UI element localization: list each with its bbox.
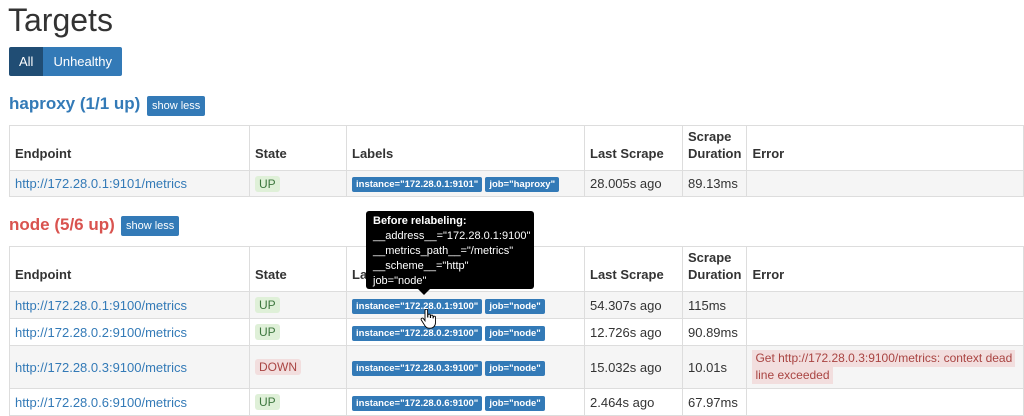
status-badge: UP — [255, 297, 280, 313]
error-message-continued: line exceeded — [752, 367, 833, 384]
endpoint-link[interactable]: http://172.28.0.6:9100/metrics — [15, 395, 187, 410]
filter-unhealthy-button[interactable]: Unhealthy — [43, 47, 122, 76]
instance-label-badge[interactable]: instance="172.28.0.6:9100" — [352, 395, 483, 411]
tooltip-arrow — [418, 289, 430, 295]
tooltip-line: __scheme__="http" — [373, 260, 469, 272]
scrape-duration-cell: 90.89ms — [681, 318, 748, 346]
scrape-duration-cell: 67.97ms — [681, 388, 748, 416]
column-header-state: State — [249, 125, 347, 171]
error-cell — [746, 388, 1024, 416]
endpoint-link[interactable]: http://172.28.0.3:9100/metrics — [15, 360, 187, 375]
instance-label-badge[interactable]: instance="172.28.0.2:9100" — [352, 325, 483, 341]
column-header-state: State — [249, 246, 347, 292]
haproxy-targets-table: Endpoint State Labels Last Scrape Scrape… — [9, 125, 1024, 197]
error-cell — [746, 291, 1024, 319]
column-header-error: Error — [746, 125, 1024, 171]
table-row: http://172.28.0.1:9101/metrics UP instan… — [9, 170, 1024, 197]
scrape-duration-cell: 89.13ms — [681, 170, 748, 197]
tooltip-line: __address__="172.28.0.1:9100" — [373, 230, 531, 242]
column-header-labels: Labels — [346, 125, 585, 171]
tooltip-line: __metrics_path__="/metrics" — [373, 245, 514, 257]
status-badge: DOWN — [255, 359, 301, 375]
column-header-endpoint: Endpoint — [9, 246, 250, 292]
haproxy-section-title: haproxy (1/1 up) — [9, 94, 141, 113]
instance-label-badge[interactable]: instance="172.28.0.3:9100" — [352, 360, 483, 376]
table-row: http://172.28.0.6:9100/metrics UP instan… — [9, 388, 1024, 416]
last-scrape-cell: 12.726s ago — [584, 318, 683, 346]
column-header-endpoint: Endpoint — [9, 125, 250, 171]
endpoint-link[interactable]: http://172.28.0.1:9101/metrics — [15, 176, 187, 191]
tooltip-line: job="node" — [373, 275, 427, 287]
column-header-last-scrape: Last Scrape — [584, 125, 683, 171]
last-scrape-cell: 54.307s ago — [584, 291, 683, 319]
last-scrape-cell: 15.032s ago — [584, 345, 683, 389]
hand-pointer-icon — [420, 309, 436, 329]
relabeling-tooltip: Before relabeling: __address__="172.28.0… — [366, 211, 534, 295]
error-cell — [746, 318, 1024, 346]
filter-all-button[interactable]: All — [9, 47, 44, 76]
instance-label-badge[interactable]: instance="172.28.0.1:9100" — [352, 298, 483, 314]
last-scrape-cell: 28.005s ago — [584, 170, 683, 197]
haproxy-show-less-button[interactable]: show less — [147, 96, 206, 116]
status-badge: UP — [255, 394, 280, 410]
error-cell: Get http://172.28.0.3:9100/metrics: cont… — [746, 345, 1024, 389]
table-row: http://172.28.0.3:9100/metrics DOWN inst… — [9, 345, 1024, 389]
node-show-less-button[interactable]: show less — [121, 216, 180, 236]
scrape-duration-cell: 115ms — [681, 291, 748, 319]
filter-group: All Unhealthy — [9, 47, 122, 76]
job-label-badge[interactable]: job="node" — [485, 395, 545, 411]
column-header-error: Error — [746, 246, 1024, 292]
table-header-row: Endpoint State Labels Last Scrape Scrape… — [9, 125, 1024, 171]
status-badge: UP — [255, 324, 280, 340]
error-message: Get http://172.28.0.3:9100/metrics: cont… — [752, 350, 1016, 367]
last-scrape-cell: 2.464s ago — [584, 388, 683, 416]
table-row: http://172.28.0.1:9100/metrics UP instan… — [9, 291, 1024, 319]
scrape-duration-cell: 10.01s — [681, 345, 748, 389]
node-section-title: node (5/6 up) — [9, 215, 115, 234]
endpoint-link[interactable]: http://172.28.0.1:9100/metrics — [15, 298, 187, 313]
column-header-last-scrape: Last Scrape — [584, 246, 683, 292]
job-label-badge[interactable]: job="node" — [485, 325, 545, 341]
page-title: Targets — [8, 2, 113, 38]
job-label-badge[interactable]: job="node" — [485, 298, 545, 314]
instance-label-badge[interactable]: instance="172.28.0.1:9101" — [352, 177, 483, 192]
status-badge: UP — [255, 175, 280, 192]
table-row: http://172.28.0.2:9100/metrics UP instan… — [9, 318, 1024, 346]
column-header-scrape-duration: Scrape Duration — [681, 125, 748, 171]
job-label-badge[interactable]: job="node" — [485, 360, 545, 376]
column-header-scrape-duration: Scrape Duration — [681, 246, 748, 292]
job-label-badge[interactable]: job="haproxy" — [485, 177, 560, 192]
endpoint-link[interactable]: http://172.28.0.2:9100/metrics — [15, 325, 187, 340]
tooltip-title: Before relabeling: — [373, 215, 467, 227]
error-cell — [746, 170, 1024, 197]
